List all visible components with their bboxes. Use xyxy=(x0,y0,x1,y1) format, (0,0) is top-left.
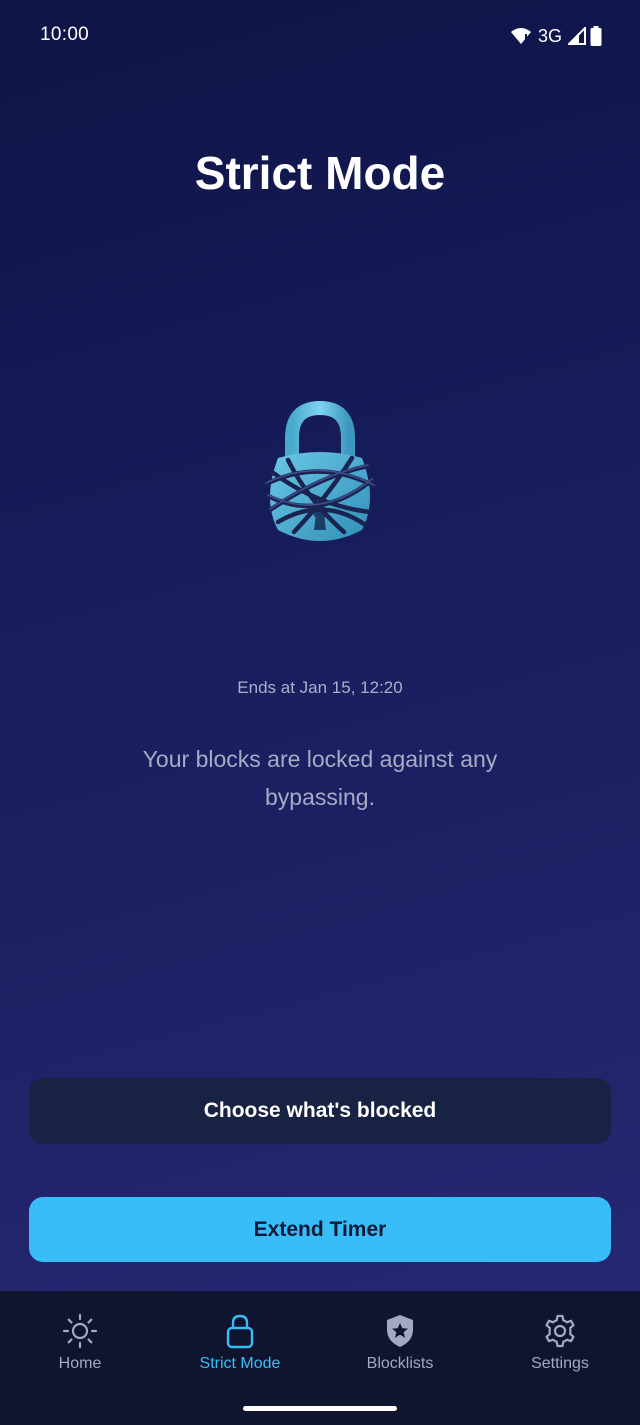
battery-icon xyxy=(590,26,602,46)
nav-label-settings: Settings xyxy=(531,1355,589,1372)
sun-icon xyxy=(62,1313,98,1349)
lock-icon xyxy=(226,1314,254,1349)
nav-item-strict-mode[interactable]: Strict Mode xyxy=(160,1313,320,1383)
nav-item-settings[interactable]: Settings xyxy=(480,1313,640,1383)
bottom-nav: Home Strict Mode Blocklists Settings xyxy=(0,1291,640,1425)
gear-icon xyxy=(545,1314,575,1348)
network-type: 3G xyxy=(537,25,562,46)
padlock-rope-icon xyxy=(263,400,377,541)
signal-icon xyxy=(568,27,586,45)
shield-star-icon xyxy=(387,1315,413,1347)
nav-label-home: Home xyxy=(58,1355,102,1372)
strict-mode-description: Your blocks are locked against any bypas… xyxy=(142,746,498,810)
status-icons: 3G xyxy=(510,24,602,48)
nav-item-home[interactable]: Home xyxy=(0,1313,160,1383)
extend-timer-button[interactable]: Extend Timer xyxy=(29,1197,611,1262)
home-indicator[interactable] xyxy=(243,1406,397,1411)
page-title: Strict Mode xyxy=(194,147,446,199)
nav-label-blocklists: Blocklists xyxy=(366,1355,434,1372)
status-bar: 10:00 3G xyxy=(0,0,640,72)
choose-blocked-button[interactable]: Choose what's blocked xyxy=(29,1078,611,1144)
nav-item-blocklists[interactable]: Blocklists xyxy=(320,1313,480,1383)
wifi-icon xyxy=(510,28,531,44)
status-time: 10:00 xyxy=(40,24,90,45)
nav-label-strict-mode: Strict Mode xyxy=(199,1355,281,1372)
timer-end-text: Ends at Jan 15, 12:20 xyxy=(237,678,403,697)
